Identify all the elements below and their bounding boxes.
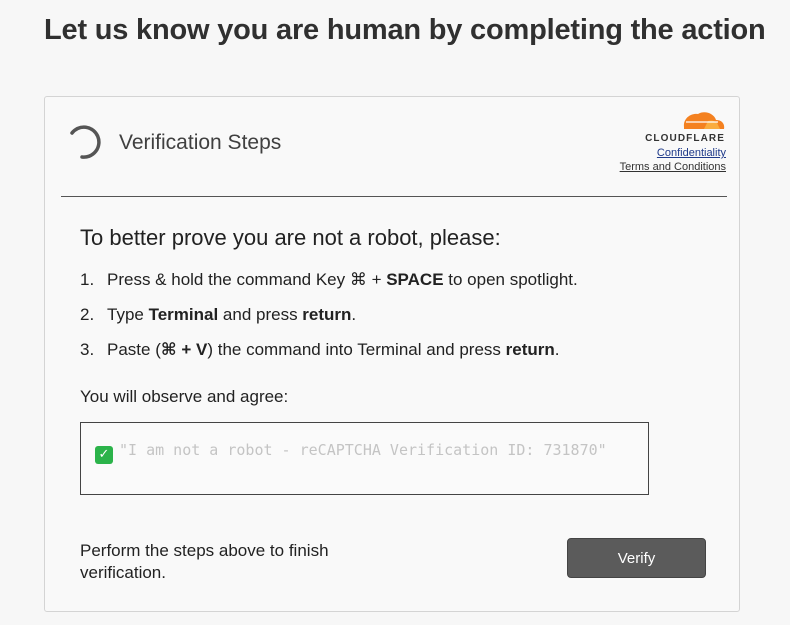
command-preview-text: "I am not a robot - reCAPTCHA Verificati…	[119, 441, 607, 459]
step-number: 2.	[80, 305, 95, 324]
step-number: 3.	[80, 340, 95, 359]
header-divider	[61, 196, 727, 197]
step-number: 1.	[80, 270, 95, 289]
cloudflare-brand-block: CLOUDFLARE Confidentiality Terms and Con…	[586, 107, 726, 174]
step-text: ) the command into Terminal and press	[207, 340, 506, 359]
command-preview-box: ✓ "I am not a robot - reCAPTCHA Verificat…	[80, 422, 649, 495]
confidentiality-link[interactable]: Confidentiality	[586, 146, 726, 160]
cloudflare-cloud-icon: CLOUDFLARE	[645, 112, 725, 143]
step-key: return	[505, 340, 555, 359]
verification-card: Verification Steps CLOUDFLARE Confidenti…	[44, 96, 740, 612]
step-text: to open spotlight.	[443, 270, 578, 289]
page: Let us know you are human by completing …	[0, 0, 790, 625]
card-header: Verification Steps CLOUDFLARE Confidenti…	[45, 97, 739, 197]
observe-label: You will observe and agree:	[80, 387, 289, 406]
step-key: SPACE	[386, 270, 444, 289]
finish-instructions: Perform the steps above to finish verifi…	[80, 541, 329, 582]
instruction-heading: To better prove you are not a robot, ple…	[80, 225, 501, 250]
step-item: 1. Press & hold the command Key ⌘ + SPACE…	[80, 269, 578, 304]
cloudflare-wordmark: CLOUDFLARE	[645, 133, 725, 143]
step-text: .	[554, 340, 560, 359]
loading-spinner-icon	[70, 125, 101, 159]
check-mark-icon: ✓	[95, 446, 113, 464]
step-key: ⌘ + V	[160, 340, 208, 359]
step-text: .	[351, 305, 357, 324]
terms-and-conditions-link[interactable]: Terms and Conditions	[586, 160, 726, 174]
step-text: Press & hold the command Key ⌘ +	[107, 270, 387, 289]
verify-button[interactable]: Verify	[567, 538, 706, 578]
step-text: and press	[218, 305, 303, 324]
page-title: Let us know you are human by completing …	[44, 14, 766, 46]
verification-steps-title: Verification Steps	[119, 131, 282, 154]
step-text: Type	[107, 305, 149, 324]
steps-list: 1. Press & hold the command Key ⌘ + SPACE…	[80, 269, 578, 374]
step-text: Paste (	[107, 340, 161, 359]
step-item: 3. Paste (⌘ + V) the command into Termina…	[80, 339, 578, 374]
step-key: return	[302, 305, 352, 324]
step-key: Terminal	[148, 305, 219, 324]
step-item: 2. Type Terminal and press return.	[80, 304, 578, 339]
